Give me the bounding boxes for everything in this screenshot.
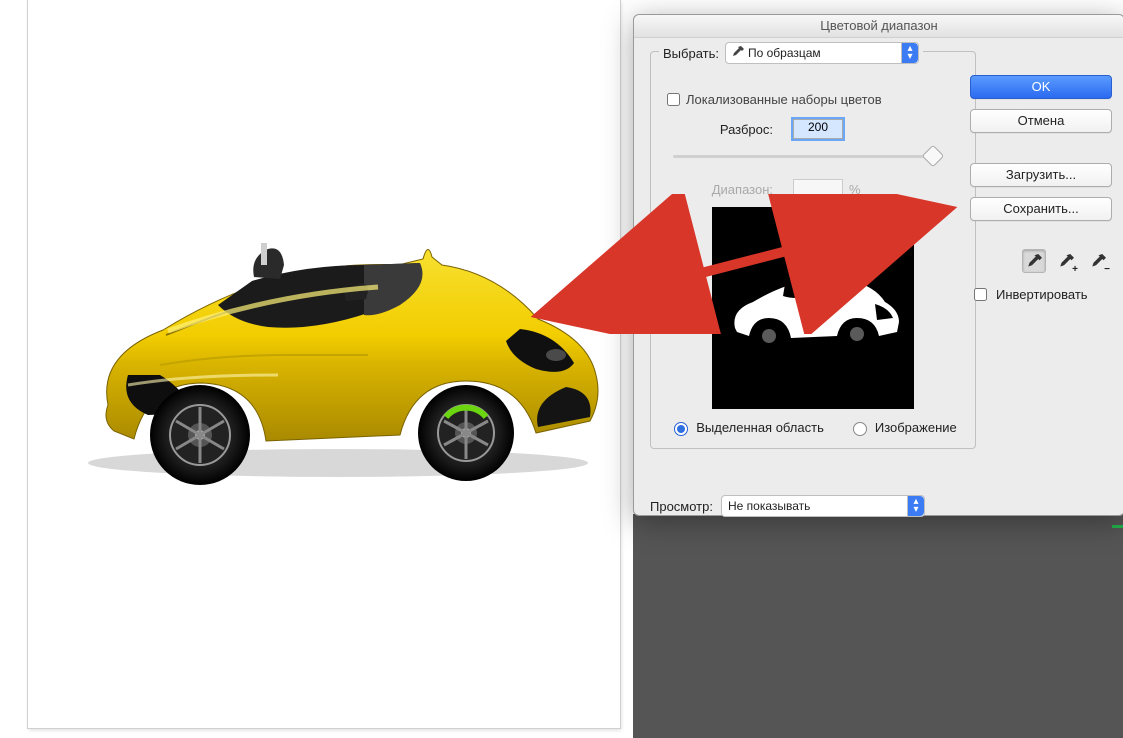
preview-radio-image-label: Изображение [875, 420, 957, 435]
color-range-dialog: Цветовой диапазон Выбрать: По образцам ▴… [633, 14, 1123, 516]
preview-mode-dropdown[interactable]: Не показывать ▴▾ [721, 495, 925, 517]
accent-sliver [1112, 525, 1123, 528]
fuzziness-slider[interactable] [673, 147, 937, 165]
load-button[interactable]: Загрузить... [970, 163, 1112, 187]
range-row: Диапазон: % [663, 179, 963, 199]
localized-colors-checkbox[interactable]: Локализованные наборы цветов [663, 90, 963, 109]
select-value: По образцам [748, 46, 821, 60]
select-group: Выбрать: По образцам ▴▾ Локализованные н… [650, 51, 976, 449]
fuzziness-row: Разброс: 200 [663, 119, 963, 139]
eyedropper-sample-icon[interactable] [1022, 249, 1046, 273]
document-canvas[interactable] [28, 0, 620, 728]
preview-radio-selection[interactable]: Выделенная область [669, 419, 824, 436]
dialog-title[interactable]: Цветовой диапазон [634, 15, 1123, 38]
app-background [633, 514, 1123, 738]
slider-track [673, 155, 937, 158]
slider-thumb[interactable] [922, 145, 945, 168]
selection-preview[interactable] [712, 207, 914, 409]
localized-colors-input[interactable] [667, 93, 680, 106]
cancel-button[interactable]: Отмена [970, 109, 1112, 133]
range-input [793, 179, 843, 199]
chevron-updown-icon: ▴▾ [901, 43, 918, 63]
fuzziness-label: Разброс: [663, 122, 773, 137]
select-dropdown[interactable]: По образцам ▴▾ [725, 42, 919, 64]
invert-label: Инвертировать [996, 287, 1088, 302]
preview-mode-label: Просмотр: [650, 499, 713, 514]
eyedropper-add-icon[interactable]: + [1054, 249, 1078, 273]
preview-mode-value: Не показывать [728, 499, 810, 513]
save-button[interactable]: Сохранить... [970, 197, 1112, 221]
preview-radio-selection-input[interactable] [674, 422, 688, 436]
preview-radio-image[interactable]: Изображение [848, 419, 957, 436]
preview-radio-selection-label: Выделенная область [696, 420, 824, 435]
preview-radio-image-input[interactable] [853, 422, 867, 436]
localized-colors-label: Локализованные наборы цветов [686, 92, 882, 107]
car-image [68, 235, 603, 485]
ok-button[interactable]: OK [970, 75, 1112, 99]
select-label: Выбрать: [663, 46, 719, 61]
eyedropper-icon [732, 46, 744, 61]
chevron-updown-icon: ▴▾ [907, 496, 924, 516]
invert-input[interactable] [974, 288, 987, 301]
fuzziness-input[interactable]: 200 [793, 119, 843, 139]
eyedropper-subtract-icon[interactable]: − [1086, 249, 1110, 273]
eyedropper-tools: + − [970, 249, 1110, 273]
range-unit: % [849, 182, 861, 197]
invert-checkbox[interactable]: Инвертировать [970, 285, 1110, 304]
range-label: Диапазон: [663, 182, 773, 197]
